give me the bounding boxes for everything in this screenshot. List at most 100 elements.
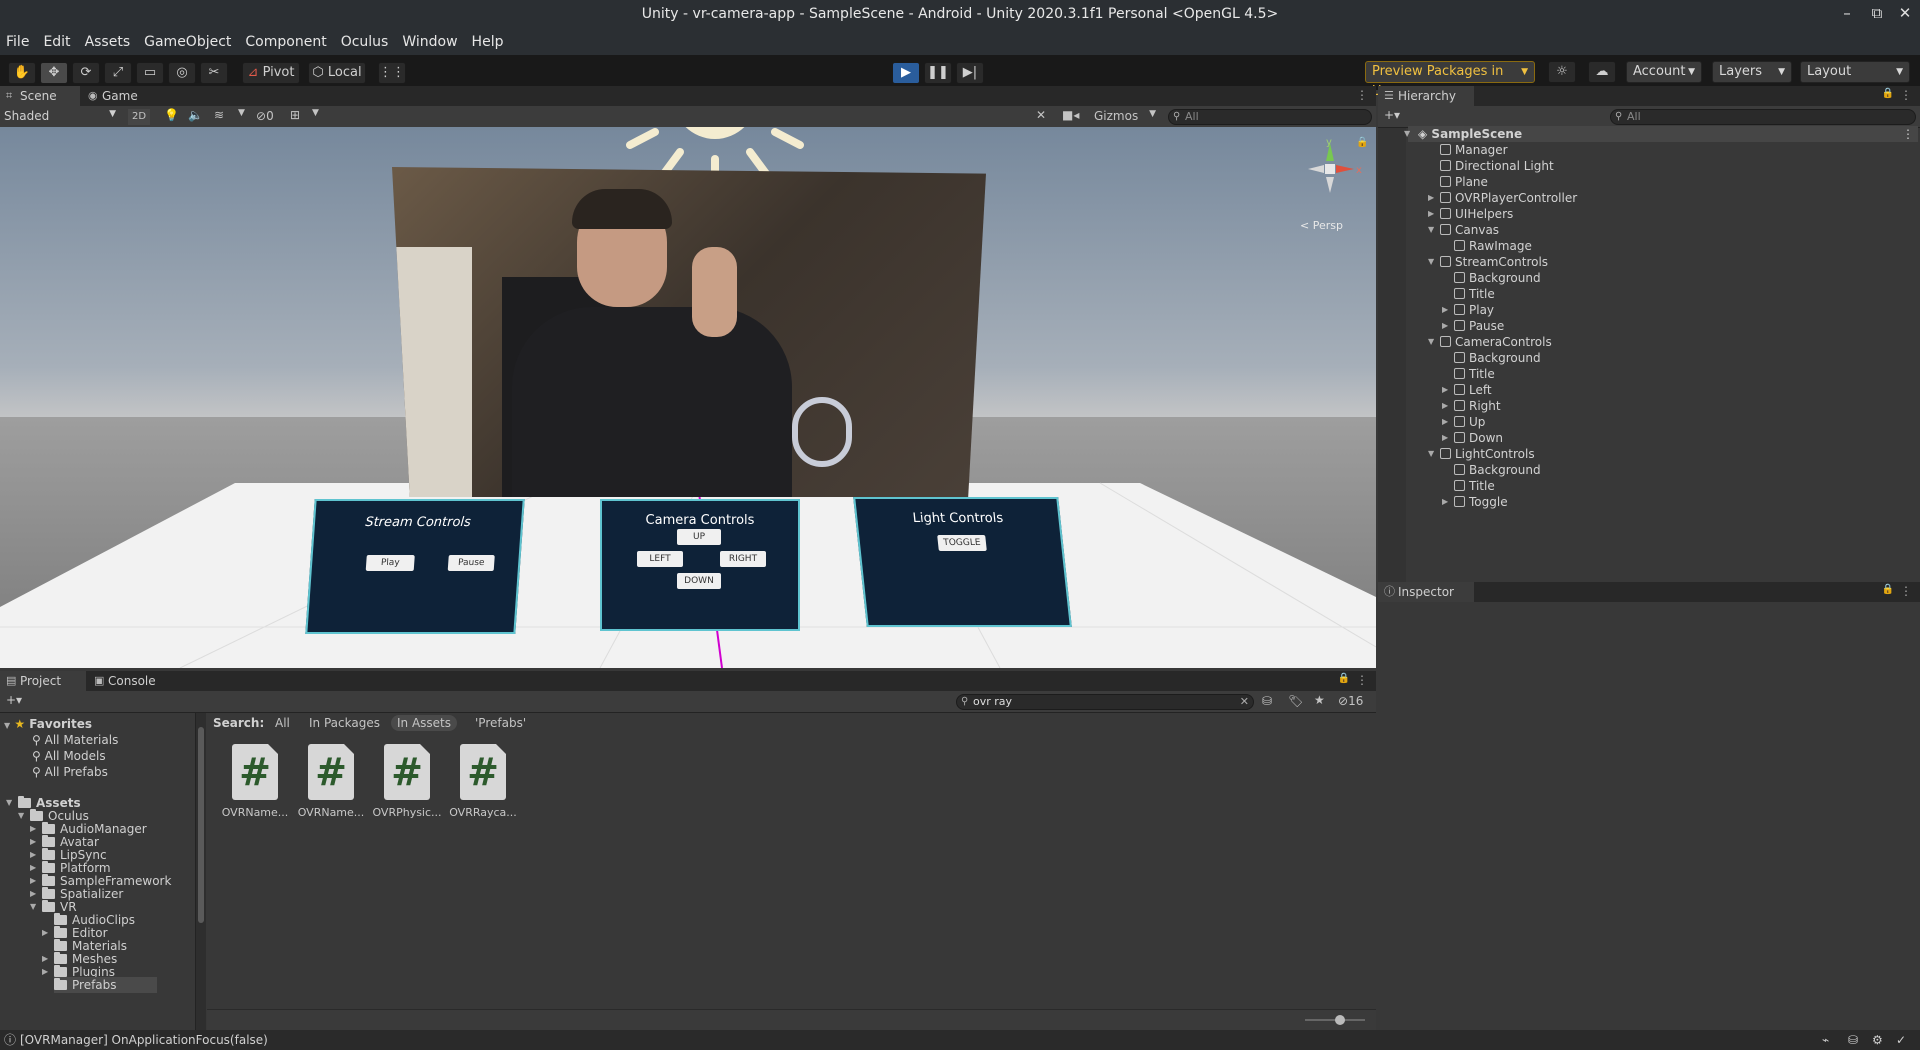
favorites-header[interactable]: ▼ ★ Favorites: [4, 716, 92, 732]
favorite-all-prefabs[interactable]: ⚲ All Prefabs: [32, 764, 108, 780]
gizmos-dropdown[interactable]: Gizmos ▼: [1094, 109, 1156, 125]
hierarchy-item[interactable]: Background: [1454, 350, 1541, 366]
custom-tool-icon[interactable]: ✂: [200, 62, 228, 84]
hierarchy-item[interactable]: ▼ Canvas: [1428, 222, 1499, 238]
tab-game[interactable]: ◉ Game: [82, 86, 162, 106]
scene-search-input[interactable]: ⚲ All: [1168, 109, 1372, 125]
camera-controls-panel[interactable]: Camera Controls UP LEFT RIGHT DOWN: [600, 499, 800, 631]
hierarchy-item[interactable]: ▶ Pause: [1442, 318, 1504, 334]
hierarchy-item[interactable]: RawImage: [1454, 238, 1532, 254]
tools-icon[interactable]: ✕: [1036, 108, 1046, 122]
chevron-right-icon[interactable]: ▶: [42, 925, 48, 941]
chevron-down-icon[interactable]: ▼: [1428, 222, 1434, 238]
chevron-right-icon[interactable]: ▶: [1442, 414, 1448, 430]
up-ui-button[interactable]: UP: [677, 529, 721, 545]
lighting-icon[interactable]: 💡: [164, 108, 179, 122]
close-icon[interactable]: ✕: [1896, 4, 1914, 22]
chevron-down-icon[interactable]: ▼: [238, 108, 245, 118]
hierarchy-search-input[interactable]: ⚲ All: [1610, 109, 1916, 125]
chevron-down-icon[interactable]: ▼: [1428, 334, 1434, 350]
filter-by-label-icon[interactable]: 🏷: [1288, 694, 1303, 708]
filter-by-type-icon[interactable]: ⛁: [1262, 694, 1272, 708]
more-options-icon[interactable]: ⋮: [1900, 88, 1912, 102]
network-icon[interactable]: ⌁: [1822, 1030, 1829, 1050]
project-search-input[interactable]: ⚲ ovr ray ✕: [956, 694, 1254, 710]
hierarchy-item[interactable]: ▶ UIHelpers: [1428, 206, 1513, 222]
transform-tool-icon[interactable]: ◎: [168, 62, 196, 84]
zoom-slider-thumb[interactable]: [1335, 1015, 1345, 1025]
chevron-down-icon[interactable]: ▼: [312, 108, 319, 118]
light-controls-panel[interactable]: Light Controls TOGGLE: [853, 497, 1072, 627]
chevron-right-icon[interactable]: ▶: [1442, 302, 1448, 318]
hierarchy-item[interactable]: ▶ Play: [1442, 302, 1494, 318]
chevron-right-icon[interactable]: ▶: [42, 964, 48, 980]
grid-icon[interactable]: ⊞: [290, 108, 300, 122]
hierarchy-item[interactable]: Manager: [1440, 142, 1508, 158]
cache-icon[interactable]: ⛁: [1848, 1030, 1858, 1050]
hierarchy-item[interactable]: Directional Light: [1440, 158, 1554, 174]
move-tool-icon[interactable]: ✥: [40, 62, 68, 84]
check-icon[interactable]: ✓: [1896, 1030, 1906, 1050]
lock-icon[interactable]: 🔒: [1882, 584, 1894, 595]
chevron-right-icon[interactable]: ▶: [1442, 318, 1448, 334]
menu-window[interactable]: Window: [402, 34, 457, 50]
stream-controls-panel[interactable]: Stream Controls Play Pause: [305, 499, 525, 634]
play-button[interactable]: ▶: [892, 62, 920, 84]
hierarchy-item[interactable]: ▶ OVRPlayerController: [1428, 190, 1577, 206]
tab-scene[interactable]: ⌗ Scene: [0, 86, 80, 106]
more-options-icon[interactable]: ⋮: [1356, 88, 1368, 102]
clear-search-icon[interactable]: ✕: [1240, 695, 1249, 709]
hand-tool-icon[interactable]: ✋: [8, 62, 36, 84]
script-asset-4[interactable]: # OVRRayca...: [445, 744, 521, 819]
chevron-down-icon[interactable]: ▼: [6, 795, 12, 811]
pivot-toggle[interactable]: ⊿ Pivot: [242, 62, 300, 84]
maximize-icon[interactable]: ⧉: [1868, 4, 1886, 22]
more-options-icon[interactable]: ⋮: [1902, 126, 1914, 142]
tab-project[interactable]: ▤ Project: [0, 671, 86, 691]
tree-scrollbar-thumb[interactable]: [198, 727, 204, 923]
more-options-icon[interactable]: ⋮: [1356, 673, 1368, 687]
debug-icon[interactable]: ⚙: [1872, 1030, 1883, 1050]
left-ui-button[interactable]: LEFT: [637, 551, 683, 567]
menu-edit[interactable]: Edit: [43, 34, 70, 50]
grid-snap-icon[interactable]: ⋮⋮: [378, 62, 406, 84]
cloud-icon[interactable]: ☁: [1588, 61, 1616, 83]
minimize-icon[interactable]: –: [1838, 4, 1856, 22]
shading-mode-dropdown[interactable]: Shaded ▼: [4, 109, 118, 125]
raw-image-camera-feed[interactable]: [392, 167, 986, 497]
play-ui-button[interactable]: Play: [365, 555, 415, 571]
down-ui-button[interactable]: DOWN: [677, 573, 721, 589]
chevron-right-icon[interactable]: ▶: [1428, 206, 1434, 222]
camera-icon[interactable]: ■◂: [1062, 108, 1079, 122]
rect-tool-icon[interactable]: ▭: [136, 62, 164, 84]
hierarchy-item[interactable]: ▶ Left: [1442, 382, 1492, 398]
hidden-packages-toggle[interactable]: ⊘16: [1338, 694, 1363, 708]
hidden-objects-toggle[interactable]: ⊘0: [256, 109, 274, 123]
effects-icon[interactable]: ≋: [214, 108, 224, 122]
hierarchy-item[interactable]: ▼ StreamControls: [1428, 254, 1548, 270]
hierarchy-item[interactable]: Plane: [1440, 174, 1488, 190]
hierarchy-item[interactable]: ▼ CameraControls: [1428, 334, 1552, 350]
menu-help[interactable]: Help: [472, 34, 504, 50]
chevron-right-icon[interactable]: ▶: [1442, 382, 1448, 398]
layers-dropdown[interactable]: Layers ▼: [1712, 61, 1792, 83]
tab-inspector[interactable]: ⓘ Inspector: [1378, 582, 1474, 602]
2d-toggle[interactable]: 2D: [128, 109, 150, 125]
scale-tool-icon[interactable]: ⤢: [104, 62, 132, 84]
chevron-down-icon[interactable]: ▼: [1428, 254, 1434, 270]
lock-icon[interactable]: 🔒: [1882, 88, 1894, 99]
menu-oculus[interactable]: Oculus: [341, 34, 389, 50]
scene-viewport[interactable]: Stream Controls Play Pause Camera Contro…: [0, 127, 1376, 668]
hierarchy-item[interactable]: Title: [1454, 286, 1495, 302]
hierarchy-item[interactable]: ▶ Up: [1442, 414, 1485, 430]
hierarchy-item[interactable]: ▶ Down: [1442, 430, 1503, 446]
menu-file[interactable]: File: [6, 34, 29, 50]
tree-scrollbar[interactable]: [196, 713, 206, 1030]
chevron-down-icon[interactable]: ▼: [1428, 446, 1434, 462]
add-icon[interactable]: +▾: [1384, 108, 1400, 122]
persp-label[interactable]: < Persp: [1300, 219, 1343, 232]
menu-assets[interactable]: Assets: [85, 34, 131, 50]
chevron-right-icon[interactable]: ▶: [1442, 494, 1448, 510]
hierarchy-item[interactable]: Background: [1454, 462, 1541, 478]
toggle-ui-button[interactable]: TOGGLE: [937, 535, 987, 551]
